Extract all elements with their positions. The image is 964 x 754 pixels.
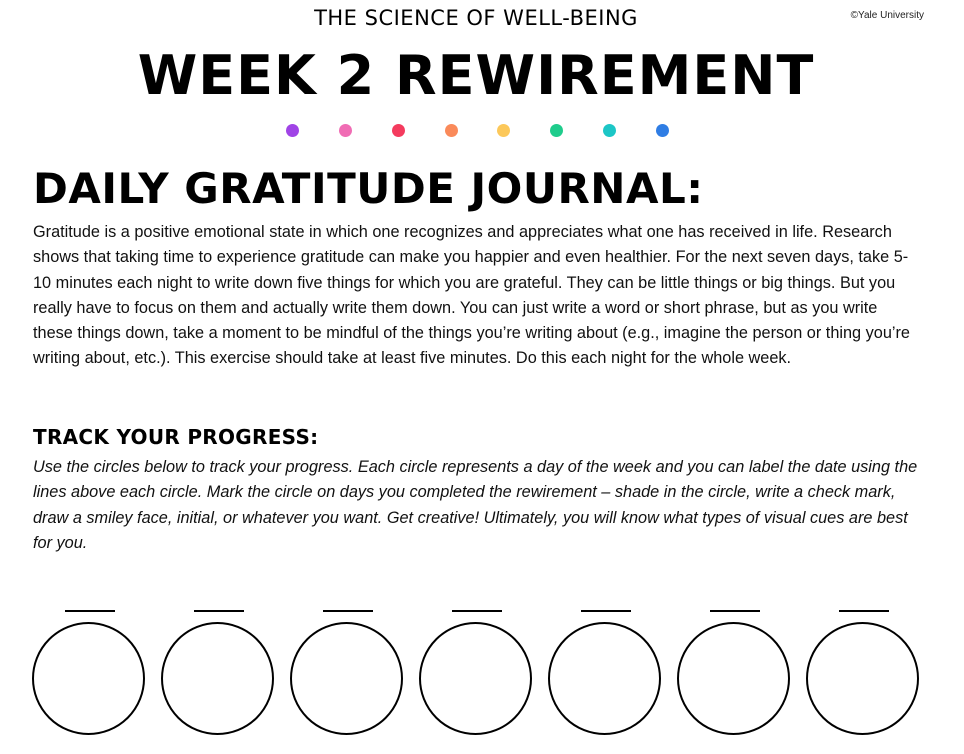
- tracker-day-5: [547, 605, 665, 745]
- day-tracker: [0, 605, 964, 750]
- date-line[interactable]: [710, 610, 760, 612]
- tracker-day-7: [805, 605, 923, 745]
- day-circle[interactable]: [161, 622, 274, 735]
- date-line[interactable]: [65, 610, 115, 612]
- date-line[interactable]: [323, 610, 373, 612]
- page-title: WEEK 2 REWIREMENT: [137, 44, 815, 107]
- decorative-dot: [656, 124, 669, 137]
- decorative-dot: [445, 124, 458, 137]
- day-circle[interactable]: [32, 622, 145, 735]
- tracker-day-3: [289, 605, 407, 745]
- date-line[interactable]: [839, 610, 889, 612]
- tracker-day-6: [676, 605, 794, 745]
- decorative-dot: [339, 124, 352, 137]
- decorative-dot: [550, 124, 563, 137]
- day-circle[interactable]: [548, 622, 661, 735]
- decorative-dot: [392, 124, 405, 137]
- date-line[interactable]: [194, 610, 244, 612]
- day-circle[interactable]: [806, 622, 919, 735]
- day-circle[interactable]: [290, 622, 403, 735]
- progress-instructions: Use the circles below to track your prog…: [33, 458, 918, 552]
- day-circle[interactable]: [677, 622, 790, 735]
- progress-heading: TRACK YOUR PROGRESS:: [33, 425, 319, 449]
- date-line[interactable]: [452, 610, 502, 612]
- decorative-dot: [497, 124, 510, 137]
- tracker-day-1: [31, 605, 149, 745]
- date-line[interactable]: [581, 610, 631, 612]
- day-circle[interactable]: [419, 622, 532, 735]
- journal-description: Gratitude is a positive emotional state …: [33, 223, 910, 368]
- decorative-dot: [286, 124, 299, 137]
- decorative-dot: [603, 124, 616, 137]
- tracker-day-2: [160, 605, 278, 745]
- course-title: THE SCIENCE OF WELL-BEING: [314, 6, 638, 30]
- journal-heading: DAILY GRATITUDE JOURNAL:: [33, 164, 704, 213]
- decorative-dot-row: [0, 124, 964, 138]
- tracker-day-4: [418, 605, 536, 745]
